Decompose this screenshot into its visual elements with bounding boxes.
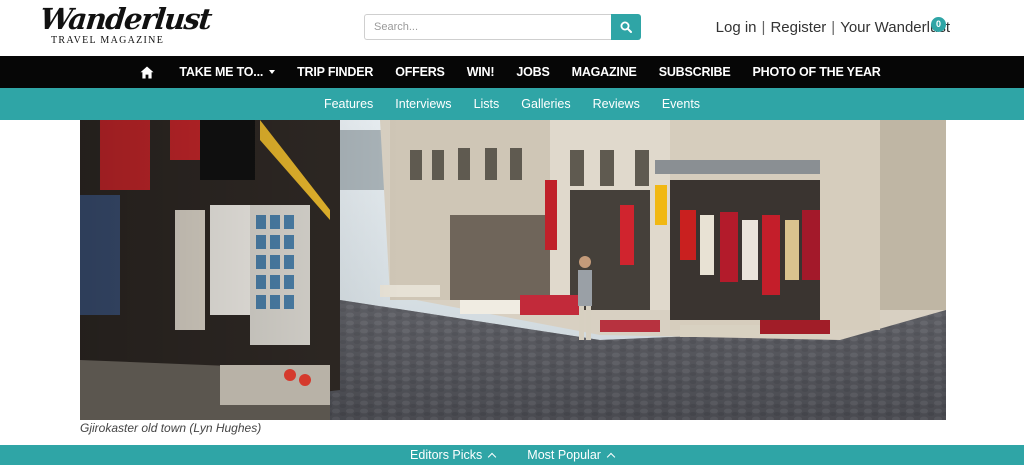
most-popular-toggle[interactable]: Most Popular <box>527 448 616 462</box>
register-link[interactable]: Register <box>770 19 826 36</box>
logo-wordmark: Wanderlust <box>38 2 213 36</box>
hero-image <box>80 120 946 420</box>
image-caption: Gjirokaster old town (Lyn Hughes) <box>80 421 262 435</box>
editors-picks-label: Editors Picks <box>410 448 483 462</box>
nav-jobs[interactable]: JOBS <box>505 56 560 88</box>
nav-take-me-to-label: TAKE ME TO... <box>179 65 264 79</box>
subnav-features[interactable]: Features <box>313 97 384 111</box>
separator: | <box>761 19 766 36</box>
main-nav: TAKE ME TO... TRIP FINDER OFFERS WIN! JO… <box>0 56 1024 88</box>
home-icon <box>140 66 154 78</box>
subnav-lists[interactable]: Lists <box>463 97 511 111</box>
subnav-events[interactable]: Events <box>651 97 711 111</box>
nav-take-me-to[interactable]: TAKE ME TO... <box>168 56 286 88</box>
nav-subscribe[interactable]: SUBSCRIBE <box>648 56 742 88</box>
street-scene-photo <box>80 120 946 420</box>
subnav-interviews[interactable]: Interviews <box>384 97 462 111</box>
search-bar <box>364 14 641 40</box>
saved-count-badge: 0 <box>931 17 946 32</box>
chevron-up-icon <box>606 452 616 461</box>
most-popular-label: Most Popular <box>527 448 601 462</box>
caret-down-icon <box>269 70 276 74</box>
wanderlust-logo[interactable]: Wanderlust TRAVEL MAGAZINE <box>38 2 213 48</box>
subnav-galleries[interactable]: Galleries <box>510 97 581 111</box>
chevron-up-icon <box>488 452 497 461</box>
nav-magazine[interactable]: MAGAZINE <box>561 56 648 88</box>
subnav-reviews[interactable]: Reviews <box>582 97 651 111</box>
search-button[interactable] <box>611 14 641 40</box>
search-input[interactable] <box>364 14 611 40</box>
logo-tagline: TRAVEL MAGAZINE <box>51 35 165 46</box>
editors-picks-toggle[interactable]: Editors Picks <box>410 448 497 462</box>
nav-win[interactable]: WIN! <box>456 56 506 88</box>
nav-offers[interactable]: OFFERS <box>384 56 456 88</box>
nav-trip-finder[interactable]: TRIP FINDER <box>286 56 384 88</box>
separator: | <box>831 19 836 36</box>
bottom-bar: Editors Picks Most Popular <box>0 445 1024 465</box>
search-icon <box>620 21 632 33</box>
sub-nav: Features Interviews Lists Galleries Revi… <box>0 88 1024 120</box>
nav-home[interactable] <box>132 66 168 79</box>
site-header: Wanderlust TRAVEL MAGAZINE Log in|Regist… <box>0 0 1024 56</box>
account-links: Log in | Register | Your Wanderlust <box>716 19 950 36</box>
nav-photo-of-the-year[interactable]: PHOTO OF THE YEAR <box>742 56 892 88</box>
login-link[interactable]: Log in <box>716 19 757 36</box>
